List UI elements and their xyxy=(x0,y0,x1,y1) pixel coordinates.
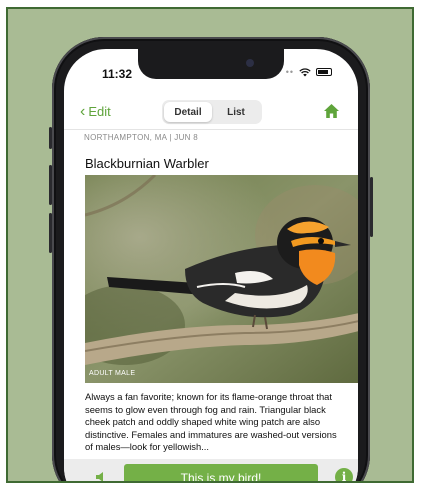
this-is-my-bird-button[interactable]: This is my bird! xyxy=(124,464,318,481)
battery-icon xyxy=(316,68,332,76)
chevron-left-icon: ‹ xyxy=(80,102,86,120)
tab-list[interactable]: List xyxy=(212,102,260,122)
view-segmented-control: Detail List xyxy=(162,100,262,124)
warbler-illustration xyxy=(85,175,358,383)
header-divider xyxy=(64,129,358,130)
back-button[interactable]: ‹ Edit xyxy=(80,102,111,120)
back-label: Edit xyxy=(88,104,111,119)
info-icon[interactable]: i xyxy=(335,468,353,481)
bird-photo: ADULT MALE xyxy=(85,175,358,383)
promo-frame: 11:32 •• ‹ Edit Detail List NORTHAMPTON,… xyxy=(6,7,414,483)
tab-detail[interactable]: Detail xyxy=(164,102,212,122)
species-title: Blackburnian Warbler xyxy=(85,156,209,171)
app-screen: 11:32 •• ‹ Edit Detail List NORTHAMPTON,… xyxy=(64,49,358,483)
photo-caption: ADULT MALE xyxy=(89,370,136,377)
species-description: Always a fan favorite; known for its fla… xyxy=(85,391,337,452)
sighting-meta: NORTHAMPTON, MA | JUN 8 xyxy=(84,133,199,142)
phone-device: 11:32 •• ‹ Edit Detail List NORTHAMPTON,… xyxy=(49,37,373,483)
status-icons: •• xyxy=(286,67,332,77)
speaker-icon[interactable] xyxy=(94,470,108,483)
home-icon[interactable] xyxy=(323,103,340,119)
signal-icon: •• xyxy=(285,67,294,77)
phone-side-button xyxy=(49,127,52,149)
status-time: 11:32 xyxy=(102,67,133,81)
nav-bar: ‹ Edit Detail List xyxy=(64,97,358,127)
phone-side-button xyxy=(49,165,52,205)
phone-side-button xyxy=(49,213,52,253)
wifi-icon xyxy=(299,67,311,76)
camera-icon xyxy=(246,59,254,67)
phone-notch xyxy=(138,49,284,79)
phone-side-button xyxy=(370,177,373,237)
action-bar: This is my bird! i xyxy=(64,459,358,483)
